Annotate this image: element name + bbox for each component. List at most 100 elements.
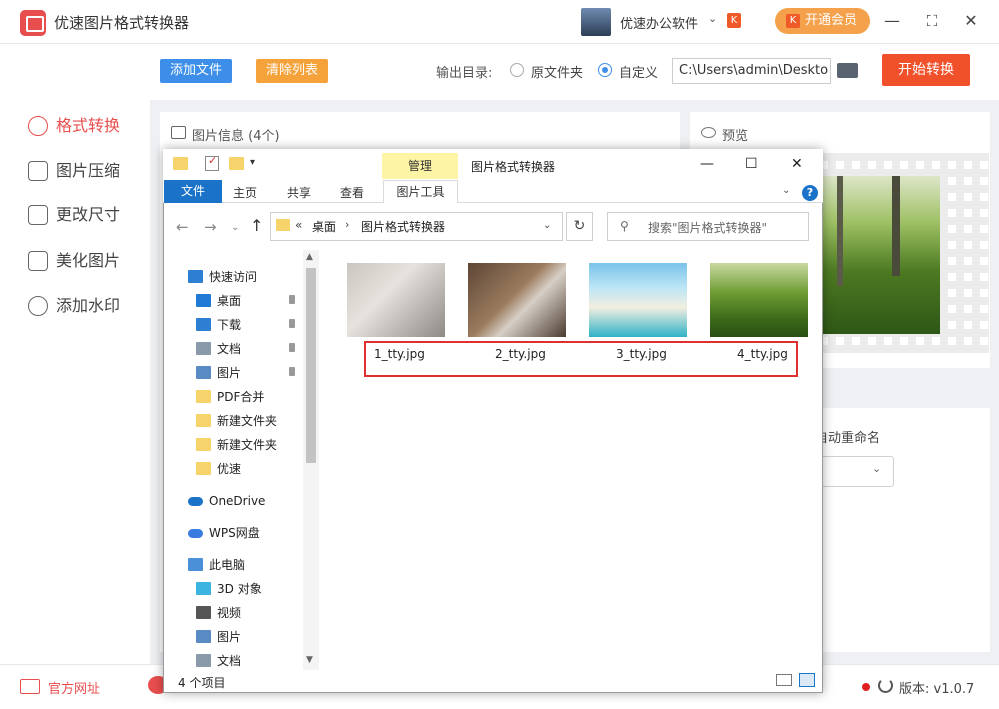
sidebar-item-label: 添加水印: [56, 296, 121, 315]
computer-icon: [188, 558, 203, 571]
pin-icon[interactable]: [289, 295, 295, 304]
nav-item[interactable]: 桌面: [196, 290, 241, 312]
nav-item[interactable]: OneDrive: [188, 490, 265, 512]
nav-item[interactable]: 下载: [196, 314, 241, 336]
tab-file[interactable]: 文件: [164, 180, 222, 203]
radio-original-folder[interactable]: [510, 63, 524, 77]
nav-item[interactable]: WPS网盘: [188, 522, 260, 544]
chevron-down-icon[interactable]: ⌄: [872, 462, 881, 475]
maximize-icon[interactable]: ⛶: [921, 10, 943, 32]
nav-item[interactable]: 视频: [196, 602, 241, 624]
pictures-icon: [196, 630, 211, 643]
sidebar-item-compress[interactable]: 图片压缩: [28, 159, 120, 183]
up-arrow-icon[interactable]: ↑: [250, 216, 263, 235]
nav-item[interactable]: 优速: [196, 458, 241, 480]
radio-original-label[interactable]: 原文件夹: [531, 62, 583, 81]
website-icon[interactable]: [20, 679, 40, 694]
folder-icon: [196, 438, 211, 451]
breadcrumb-desktop[interactable]: 桌面: [312, 218, 336, 235]
minimize-icon[interactable]: —: [700, 156, 714, 172]
maximize-icon[interactable]: ☐: [745, 156, 758, 172]
tab-view[interactable]: 查看: [340, 184, 364, 201]
nav-item-label: 下载: [217, 318, 242, 332]
tab-home[interactable]: 主页: [233, 184, 257, 201]
new-folder-icon[interactable]: [229, 157, 244, 170]
browse-folder-icon[interactable]: [837, 63, 858, 78]
image-icon: [171, 126, 186, 139]
nav-item[interactable]: 图片: [196, 626, 241, 648]
scroll-up-icon[interactable]: ▲: [306, 252, 313, 262]
nav-item-label: WPS网盘: [209, 526, 260, 540]
file-thumbnail-2[interactable]: [468, 263, 566, 337]
nav-item[interactable]: PDF合并: [196, 386, 264, 408]
expand-ribbon-icon[interactable]: ⌄: [782, 185, 790, 196]
pin-icon[interactable]: [289, 319, 295, 328]
large-icons-view-icon[interactable]: [799, 673, 815, 687]
nav-item[interactable]: 新建文件夹: [196, 410, 277, 432]
nav-item-label: 桌面: [217, 294, 242, 308]
pin-icon[interactable]: [289, 343, 295, 352]
compress-icon: [28, 161, 48, 181]
close-icon[interactable]: ✕: [960, 10, 982, 32]
tab-share[interactable]: 共享: [287, 184, 311, 201]
folder-icon[interactable]: [173, 157, 188, 170]
nav-item[interactable]: 文档: [196, 650, 241, 672]
resize-icon: [28, 205, 48, 225]
address-prefix[interactable]: «: [295, 218, 302, 232]
nav-item[interactable]: 图片: [196, 362, 241, 384]
recent-locations-icon[interactable]: ⌄: [231, 222, 239, 233]
address-dropdown-icon[interactable]: ⌄: [543, 220, 551, 231]
back-arrow-icon[interactable]: ←: [176, 218, 189, 236]
scroll-down-icon[interactable]: ▼: [306, 655, 313, 665]
nav-item[interactable]: 新建文件夹: [196, 434, 277, 456]
close-icon[interactable]: ✕: [791, 156, 803, 172]
minimize-icon[interactable]: —: [881, 10, 903, 32]
forward-arrow-icon[interactable]: →: [204, 218, 217, 236]
nav-item-label: 优速: [217, 462, 242, 476]
breadcrumb-separator-icon[interactable]: ›: [345, 218, 349, 231]
user-name[interactable]: 优速办公软件: [620, 13, 698, 32]
sidebar-item-beautify[interactable]: 美化图片: [28, 249, 120, 273]
radio-custom-label[interactable]: 自定义: [619, 62, 658, 81]
help-icon[interactable]: ?: [802, 185, 818, 201]
tab-picture-tools[interactable]: 图片工具: [383, 180, 458, 203]
nav-item[interactable]: 快速访问: [188, 266, 257, 288]
output-path-field[interactable]: C:\Users\admin\Deskto: [672, 58, 831, 84]
user-avatar[interactable]: [581, 8, 611, 36]
details-view-icon[interactable]: [776, 674, 792, 686]
start-convert-button[interactable]: 开始转换: [882, 54, 970, 86]
customize-toolbar-icon[interactable]: ▾: [250, 157, 255, 168]
clear-list-button[interactable]: 清除列表: [256, 59, 328, 83]
highlight-annotation-box: [364, 341, 798, 377]
sidebar-item-label: 更改尺寸: [56, 205, 121, 224]
nav-item[interactable]: 文档: [196, 338, 241, 360]
nav-item[interactable]: 3D 对象: [196, 578, 262, 600]
radio-custom[interactable]: [598, 63, 612, 77]
file-thumbnail-4[interactable]: [710, 263, 808, 337]
vip-button[interactable]: K 开通会员: [775, 8, 870, 34]
properties-icon[interactable]: [205, 154, 219, 171]
refresh-button[interactable]: ↻: [566, 212, 593, 241]
rename-label: 自动重命名: [815, 431, 881, 446]
nav-item-label: 图片: [217, 630, 242, 644]
refresh-icon[interactable]: [878, 678, 893, 693]
folder-icon: [196, 414, 211, 427]
nav-item-label: OneDrive: [209, 494, 266, 508]
app-logo-icon: [20, 10, 46, 36]
nav-item[interactable]: 此电脑: [188, 554, 245, 576]
sidebar-item-format-convert[interactable]: 格式转换: [28, 114, 120, 138]
official-site-link[interactable]: 官方网址: [48, 678, 100, 697]
tab-manage[interactable]: 管理: [382, 153, 458, 179]
3d-objects-icon: [196, 582, 211, 595]
chevron-down-icon[interactable]: ⌄: [708, 12, 717, 25]
pin-icon[interactable]: [289, 367, 295, 376]
add-file-button[interactable]: 添加文件: [160, 59, 232, 83]
sidebar-item-resize[interactable]: 更改尺寸: [28, 203, 120, 227]
file-thumbnail-1[interactable]: [347, 263, 445, 337]
sidebar-item-watermark[interactable]: 添加水印: [28, 294, 120, 318]
file-thumbnail-3[interactable]: [589, 263, 687, 337]
breadcrumb-current[interactable]: 图片格式转换器: [361, 218, 445, 235]
folder-icon: [276, 219, 290, 231]
nav-item-label: 3D 对象: [217, 582, 262, 596]
nav-scrollbar-thumb[interactable]: [306, 268, 316, 463]
